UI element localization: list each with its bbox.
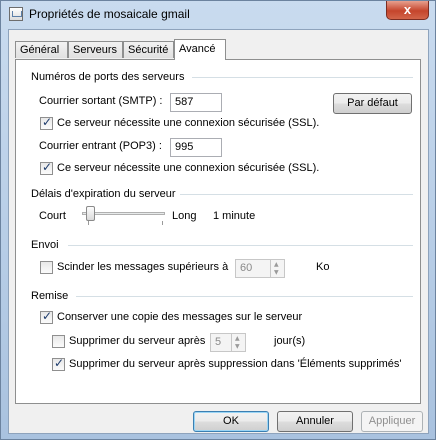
remove-deleted-checkbox[interactable] bbox=[52, 356, 65, 371]
send-group-title: Envoi bbox=[31, 239, 59, 251]
spin-up-icon: ▲ bbox=[274, 261, 279, 268]
default-ports-button[interactable]: Par défaut bbox=[333, 93, 412, 114]
ok-button[interactable]: OK bbox=[193, 411, 269, 432]
remove-after-spinner[interactable]: ▲ ▼ bbox=[231, 333, 246, 352]
split-size-spinner[interactable]: ▲ ▼ bbox=[270, 259, 285, 278]
keep-copy-label: Conserver une copie des messages sur le … bbox=[57, 311, 303, 323]
ports-group-title: Numéros de ports des serveurs bbox=[31, 71, 185, 83]
close-button[interactable]: x bbox=[386, 1, 429, 20]
send-separator bbox=[68, 245, 413, 246]
pop3-ssl-label: Ce serveur nécessite une connexion sécur… bbox=[57, 162, 320, 174]
cancel-button[interactable]: Annuler bbox=[277, 411, 353, 432]
slider-tick-start bbox=[88, 221, 89, 225]
slider-tick-end bbox=[162, 221, 163, 225]
timeout-group-title: Délais d'expiration du serveur bbox=[31, 188, 176, 200]
smtp-ssl-checkbox[interactable] bbox=[40, 115, 53, 130]
mail-account-icon bbox=[9, 7, 23, 21]
delivery-separator bbox=[76, 296, 413, 297]
pop3-port-label: Courrier entrant (POP3) : bbox=[39, 140, 162, 152]
timeout-short-label: Court bbox=[39, 210, 66, 222]
remove-after-checkbox[interactable] bbox=[52, 335, 65, 348]
tab-advanced[interactable]: Avancé bbox=[174, 39, 226, 60]
remove-deleted-label: Supprimer du serveur après suppression d… bbox=[69, 358, 402, 370]
timeout-value: 1 minute bbox=[213, 210, 256, 222]
tab-general[interactable]: Général bbox=[15, 41, 68, 58]
keep-copy-checkbox[interactable] bbox=[40, 309, 53, 324]
remove-after-days-input[interactable]: 5 bbox=[210, 333, 232, 352]
remove-after-label: Supprimer du serveur après bbox=[69, 335, 206, 347]
spin-down-icon: ▼ bbox=[274, 269, 279, 276]
ports-separator bbox=[192, 77, 413, 78]
split-size-unit: Ko bbox=[316, 261, 330, 273]
title-bar[interactable]: Propriétés de mosaicale gmail x bbox=[1, 1, 435, 29]
split-messages-checkbox[interactable] bbox=[40, 261, 53, 274]
tab-servers[interactable]: Serveurs bbox=[68, 41, 123, 58]
pop3-port-input[interactable]: 995 bbox=[170, 138, 222, 157]
apply-button[interactable]: Appliquer bbox=[361, 411, 423, 432]
spin-down-icon: ▼ bbox=[235, 343, 240, 350]
delivery-group-title: Remise bbox=[31, 290, 69, 302]
pop3-ssl-checkbox[interactable] bbox=[40, 160, 53, 175]
properties-dialog: Propriétés de mosaicale gmail x Général … bbox=[0, 0, 436, 440]
remove-after-unit: jour(s) bbox=[274, 335, 306, 347]
split-messages-label: Scinder les messages supérieurs à bbox=[57, 261, 229, 273]
tab-security[interactable]: Sécurité bbox=[123, 41, 174, 58]
split-size-input[interactable]: 60 bbox=[235, 259, 271, 278]
advanced-panel: Numéros de ports des serveurs Courrier s… bbox=[15, 59, 421, 404]
smtp-ssl-label: Ce serveur nécessite une connexion sécur… bbox=[57, 117, 320, 129]
smtp-port-input[interactable]: 587 bbox=[170, 93, 222, 112]
window-title: Propriétés de mosaicale gmail bbox=[29, 7, 190, 21]
smtp-port-label: Courrier sortant (SMTP) : bbox=[39, 95, 163, 107]
spin-up-icon: ▲ bbox=[235, 335, 240, 342]
timeout-long-label: Long bbox=[172, 210, 197, 222]
timeout-separator bbox=[180, 194, 413, 195]
dialog-client-area: Général Serveurs Sécurité Avancé Numéros… bbox=[8, 29, 429, 434]
timeout-slider-thumb[interactable] bbox=[85, 206, 95, 221]
